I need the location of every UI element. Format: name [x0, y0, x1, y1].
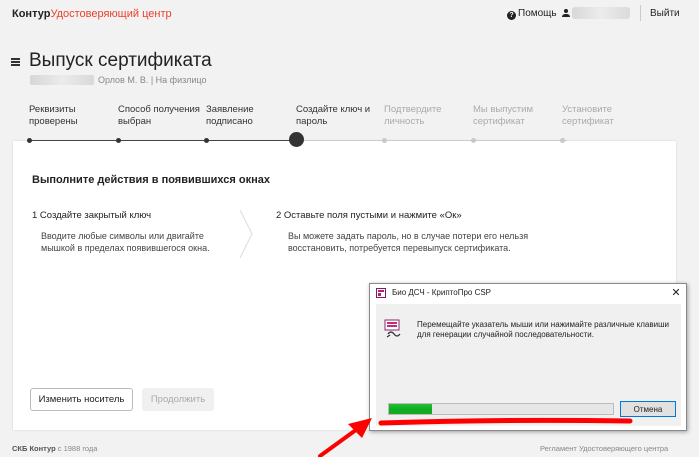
continue-button[interactable]: Продолжить: [142, 388, 214, 411]
logo-main: Контур: [12, 8, 51, 20]
step-1-label: Реквизиты проверены: [29, 104, 78, 127]
footer-brand: СКБ Контур: [12, 444, 56, 453]
close-icon[interactable]: ✕: [668, 285, 684, 301]
annotation-arrow-shaft: [318, 425, 362, 457]
random-generator-icon: [384, 319, 401, 338]
step-5-dot: [382, 138, 387, 143]
logo-sub: Удостоверяющий центр: [50, 8, 172, 20]
entropy-progress-bar: [388, 403, 614, 415]
logout-link[interactable]: Выйти: [650, 8, 680, 19]
instruction-2-text: Вы можете задать пароль, но в случае пот…: [288, 231, 529, 253]
help-link[interactable]: ? Помощь: [507, 8, 557, 20]
step-4-label: Создайте ключ и пароль: [296, 104, 371, 127]
step-1-dot: [27, 138, 32, 143]
progress-done-line: [29, 140, 297, 141]
dialog-title: Био ДСЧ - КриптоПро CSP: [392, 288, 492, 297]
cancel-button[interactable]: Отмена: [620, 401, 676, 417]
subject-redacted: [30, 75, 94, 85]
footer-copyright: СКБ Контур с 1988 года: [12, 444, 97, 453]
subject-line: Орлов М. В. | На физлицо: [98, 75, 207, 85]
header-divider: [640, 5, 641, 21]
help-icon: ?: [507, 11, 516, 20]
footer-since: с 1988 года: [55, 444, 98, 453]
step-2-dot: [116, 138, 121, 143]
step-4-dot-current: [289, 132, 304, 147]
step-3-label: Заявление подписано: [206, 104, 254, 127]
user-menu[interactable]: [562, 8, 570, 19]
step-6-label: Мы выпустим сертификат: [473, 104, 533, 127]
step-7-dot: [560, 138, 565, 143]
logo[interactable]: КонтурУдостоверяющий центр: [12, 8, 172, 20]
instruction-1-title: 1 Создайте закрытый ключ: [32, 210, 152, 221]
entropy-progress-fill: [389, 404, 432, 414]
dialog-message: Перемещайте указатель мыши или нажимайте…: [417, 320, 669, 339]
step-2-label: Способ получения выбран: [118, 104, 200, 127]
user-name-redacted: [572, 7, 630, 19]
step-5-label: Подтвердите личность: [384, 104, 442, 127]
instruction-1-text: Вводите любые символы или двигайте мышко…: [41, 231, 210, 253]
user-icon: [562, 9, 570, 17]
page-title: Выпуск сертификата: [29, 50, 212, 71]
step-3-dot: [204, 138, 209, 143]
chevron-right-icon: [239, 209, 253, 259]
instruction-2-title: 2 Оставьте поля пустыми и нажмите «Ок»: [276, 210, 462, 221]
menu-icon[interactable]: [11, 58, 20, 66]
card-title: Выполните действия в появившихся окнах: [32, 174, 270, 186]
change-media-button[interactable]: Изменить носитель: [30, 388, 133, 411]
progress-rest-line: [297, 140, 567, 141]
cryptopro-app-icon: [376, 288, 386, 298]
footer-regulation-link[interactable]: Регламент Удостоверяющего центра: [540, 444, 668, 453]
bio-rng-dialog[interactable]: Био ДСЧ - КриптоПро CSP ✕ Перемещайте ук…: [369, 283, 687, 431]
step-7-label: Установите сертификат: [562, 104, 614, 127]
top-bar: КонтурУдостоверяющий центр ? Помощь Выйти: [0, 0, 699, 28]
step-6-dot: [471, 138, 476, 143]
help-label: Помощь: [518, 8, 557, 19]
dialog-titlebar[interactable]: Био ДСЧ - КриптоПро CSP ✕: [370, 284, 686, 302]
